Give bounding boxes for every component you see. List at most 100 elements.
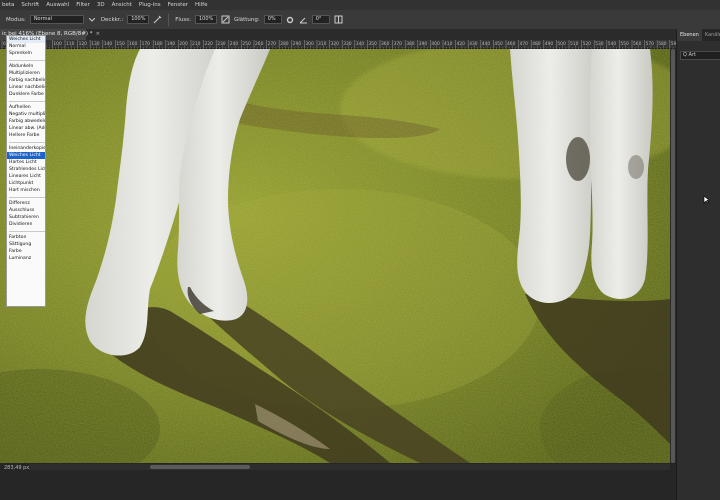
blend-mode-option[interactable]: Luminanz <box>7 255 45 262</box>
blend-mode-option[interactable]: Dividieren <box>7 221 45 228</box>
menu-item-plugins[interactable]: Plug-ins <box>139 0 161 10</box>
ruler-label: 290 <box>293 41 302 47</box>
pressure-opacity-icon[interactable] <box>153 15 162 24</box>
ruler-label: 300 <box>305 41 314 47</box>
blend-mode-option[interactable]: Farbig nachbelichten <box>7 77 45 84</box>
airbrush-icon[interactable] <box>221 15 230 24</box>
tab-layers[interactable]: Ebenen <box>677 29 702 41</box>
ruler-label: 450 <box>494 41 503 47</box>
horizontal-scrollbar[interactable] <box>30 464 670 470</box>
blend-mode-option[interactable]: Hart mischen <box>7 187 45 194</box>
menu-item-schrift[interactable]: Schrift <box>21 0 39 10</box>
blend-mode-option[interactable]: Farbton <box>7 234 45 241</box>
menu-item-fenster[interactable]: Fenster <box>168 0 188 10</box>
blend-mode-option[interactable]: Linear nachbelichten <box>7 84 45 91</box>
ruler-label: 540 <box>608 41 617 47</box>
status-bar: 283,49 px) <box>0 463 676 500</box>
ruler-label: 550 <box>620 41 629 47</box>
menu-item-beta[interactable]: beta <box>2 0 14 10</box>
blend-mode-option[interactable]: Abdunkeln <box>7 63 45 70</box>
ruler-label: 570 <box>646 41 655 47</box>
layers-panel: Ebenen Kanäle Q Art <box>676 29 720 500</box>
blend-mode-option[interactable]: Hartes Licht <box>7 159 45 166</box>
blend-mode-option[interactable]: Subtrahieren <box>7 214 45 221</box>
smoothing-field[interactable]: 0% <box>263 15 282 24</box>
blend-mode-option[interactable]: Linear abw. (Add.) <box>7 125 45 132</box>
blend-mode-option[interactable]: Dunklere Farbe <box>7 91 45 98</box>
tab-channels[interactable]: Kanäle <box>702 29 720 41</box>
angle-field[interactable]: 0° <box>311 15 330 24</box>
gear-icon[interactable] <box>286 15 295 24</box>
layer-filter-select[interactable]: Q Art <box>680 51 720 60</box>
ruler-label: 350 <box>368 41 377 47</box>
flow-field[interactable]: 100% <box>194 15 217 24</box>
blend-mode-option[interactable]: Ausschluss <box>7 207 45 214</box>
ruler-label: 440 <box>482 41 491 47</box>
menu-item-3d[interactable]: 3D <box>97 0 105 10</box>
close-icon[interactable]: × <box>96 31 101 37</box>
ruler-label: 100 <box>53 41 62 47</box>
blend-mode-option[interactable]: Ineinanderkopieren <box>7 145 45 152</box>
blend-separator <box>7 57 45 63</box>
blend-mode-option[interactable]: Hellere Farbe <box>7 132 45 139</box>
lamb-legs-photo <box>0 49 670 463</box>
ruler-label: 560 <box>633 41 642 47</box>
blend-mode-current[interactable]: Weiches Licht <box>7 36 45 43</box>
opacity-field[interactable]: 100% <box>127 15 150 24</box>
ruler-label: 170 <box>142 41 151 47</box>
menu-bar: beta Schrift Auswahl Filter 3D Ansicht P… <box>0 0 720 10</box>
ruler-label: 160 <box>129 41 138 47</box>
ruler-label: 480 <box>532 41 541 47</box>
angle-icon <box>299 15 308 24</box>
cursor-icon <box>703 196 709 204</box>
ruler-label: 260 <box>255 41 264 47</box>
ruler-label: 120 <box>79 41 88 47</box>
horizontal-scroll-thumb[interactable] <box>150 465 250 469</box>
ruler-label: 430 <box>469 41 478 47</box>
ruler-label: 200 <box>179 41 188 47</box>
blend-mode-option[interactable]: Aufhellen <box>7 104 45 111</box>
blend-mode-dropdown[interactable]: Weiches Licht Normal Sprenkeln Abdunkeln Mu… <box>6 35 46 307</box>
blend-mode-option[interactable]: Sprenkeln <box>7 50 45 57</box>
blend-mode-option[interactable]: Weiches Licht <box>7 152 45 159</box>
ruler-label: 240 <box>230 41 239 47</box>
ruler-label: 500 <box>557 41 566 47</box>
blend-mode-option[interactable]: Lichtpunkt <box>7 180 45 187</box>
ruler-label: 400 <box>431 41 440 47</box>
ruler-label: 270 <box>268 41 277 47</box>
blend-mode-option[interactable]: Farbe <box>7 248 45 255</box>
blend-mode-option[interactable]: Farbig abwedeln <box>7 118 45 125</box>
blend-mode-options: Normal Sprenkeln Abdunkeln Multiplizieren Fa… <box>7 43 45 262</box>
blend-mode-option[interactable]: Negativ multiplizieren <box>7 111 45 118</box>
ruler-label: 580 <box>658 41 667 47</box>
ruler-ticks: 6070809010011012013014015016017018019020… <box>1 40 676 49</box>
blend-mode-option[interactable]: Normal <box>7 43 45 50</box>
blend-separator <box>7 139 45 145</box>
ruler-label: 510 <box>570 41 579 47</box>
menu-item-filter[interactable]: Filter <box>76 0 90 10</box>
ruler-label: 370 <box>394 41 403 47</box>
ruler-label: 340 <box>356 41 365 47</box>
blend-mode-option[interactable]: Multiplizieren <box>7 70 45 77</box>
ruler-label: 110 <box>66 41 75 47</box>
ruler-label: 470 <box>520 41 529 47</box>
blend-mode-option[interactable]: Sättigung <box>7 241 45 248</box>
opacity-label: Deckkr.: <box>100 16 124 23</box>
panel-tabs: Ebenen Kanäle <box>677 29 720 41</box>
vertical-scroll-thumb[interactable] <box>671 49 675 463</box>
menu-item-ansicht[interactable]: Ansicht <box>112 0 132 10</box>
blend-mode-option[interactable]: Strahlendes Licht <box>7 166 45 173</box>
ruler-label: 140 <box>104 41 113 47</box>
blend-mode-option[interactable]: Lineares Licht <box>7 173 45 180</box>
mode-select[interactable]: Normal <box>29 15 84 24</box>
ruler-label: 530 <box>595 41 604 47</box>
menu-item-auswahl[interactable]: Auswahl <box>46 0 69 10</box>
ruler-label: 130 <box>91 41 100 47</box>
ruler-label: 180 <box>154 41 163 47</box>
ruler-label: 520 <box>583 41 592 47</box>
image-canvas[interactable] <box>0 49 670 463</box>
blend-mode-option[interactable]: Differenz <box>7 200 45 207</box>
symmetry-icon[interactable] <box>334 15 343 24</box>
smoothing-label: Glättung: <box>233 16 260 23</box>
menu-item-hilfe[interactable]: Hilfe <box>195 0 208 10</box>
